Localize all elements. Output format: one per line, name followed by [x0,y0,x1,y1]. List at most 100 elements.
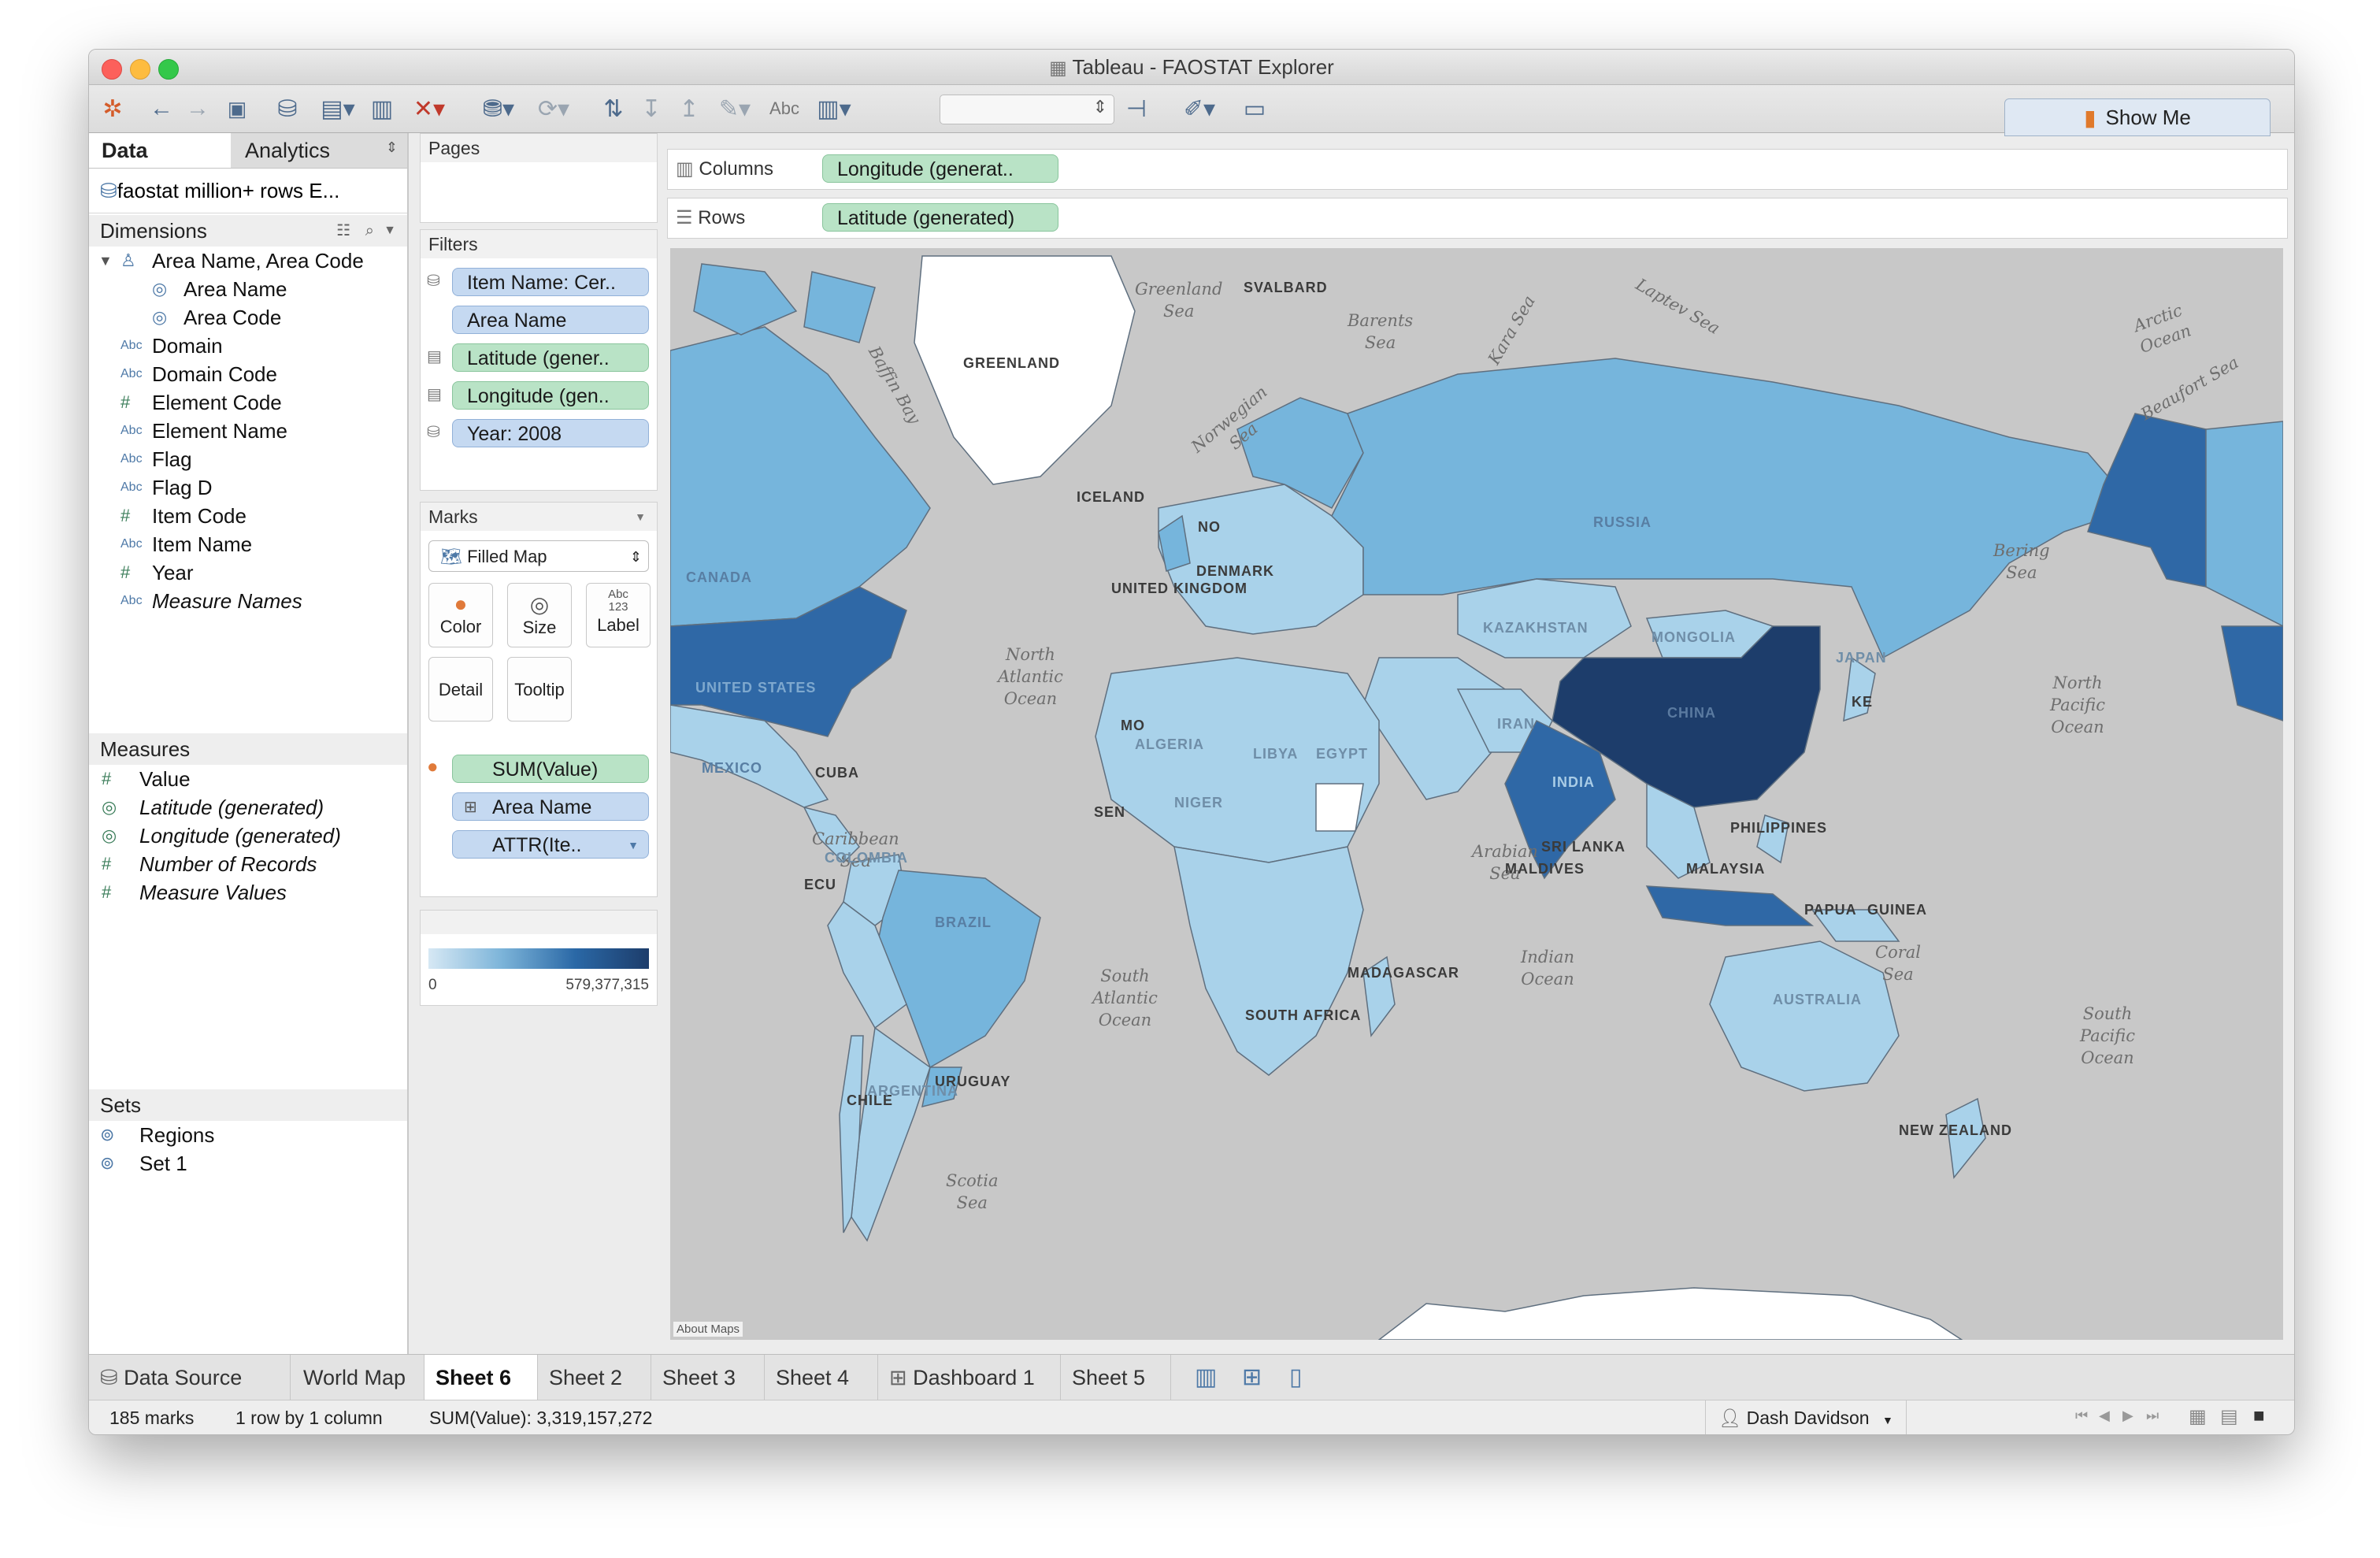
mark-field-pill[interactable]: SUM(Value) [452,755,649,783]
tab-sheet-4[interactable]: Sheet 4 [765,1355,878,1400]
country-usa-west[interactable] [2221,625,2283,722]
marks-dropdown-icon[interactable]: ▼ [635,503,646,531]
sort-ascending-icon[interactable]: ↧ [636,95,667,123]
filter-pill[interactable]: Latitude (gener.. [452,343,649,372]
dimension-field[interactable]: Abc Element Name [89,417,407,445]
tab-world-map[interactable]: World Map [292,1355,424,1400]
pane-menu-icon[interactable]: ⇕ [386,139,398,156]
filled-map[interactable]: Greenland Sea Barents Sea Kara Sea Lapte… [670,248,2283,1340]
run-update-icon[interactable]: ⛃▾ [475,95,522,123]
highlight-icon[interactable]: ✎▾ [711,95,758,123]
dimension-field[interactable]: Abc Item Name [89,530,407,558]
size-button[interactable]: ◎ Size [507,583,572,647]
dimension-field[interactable]: # Element Code [89,388,407,417]
plus-box-icon[interactable]: ⊞ [464,793,477,820]
dimension-field[interactable]: Abc Domain [89,332,407,360]
tab-sheet-6[interactable]: Sheet 6 [424,1355,538,1400]
mark-field-pill[interactable]: ⊞ Area Name [452,792,649,821]
dimension-field[interactable]: Abc Flag [89,445,407,473]
datasource-item[interactable]: ⛁faostat million+ rows E... [89,169,407,213]
country-sudan-unfiltered[interactable] [1315,783,1364,832]
country-japan[interactable] [1843,656,1876,722]
country-brazil[interactable] [874,870,1041,1069]
tooltip-button[interactable]: Tooltip [507,657,572,722]
dimension-field[interactable]: ◎ Area Name [89,275,407,303]
measure-field[interactable]: ◎ Longitude (generated) [89,822,404,850]
new-dashboard-icon[interactable]: ⊞ [1231,1355,1275,1400]
country-indonesia[interactable] [1645,885,1815,926]
expand-triangle-icon[interactable]: ▼ [98,247,113,275]
measure-field[interactable]: # Number of Records [89,850,404,878]
measure-field[interactable]: # Measure Values [89,878,404,907]
swap-icon[interactable]: ⇅ [598,95,629,123]
fit-select[interactable]: ⇕ [940,95,1114,124]
tab-data[interactable]: Data [89,133,231,168]
user-menu[interactable]: 👤︎ Dash Davidson ▼ [1705,1400,1907,1434]
tab-data-source[interactable]: ⛁ Data Source [89,1355,291,1400]
set-field[interactable]: ⊚ Set 1 [89,1149,404,1178]
measure-field[interactable]: # Value [89,765,404,793]
search-icon[interactable]: ⌕ [365,215,374,247]
dimension-field[interactable]: # Item Code [89,502,407,530]
columns-shelf[interactable]: ▥ Columns Longitude (generat.. [667,149,2288,190]
filter-pill[interactable]: Year: 2008 [452,419,649,447]
dimension-field[interactable]: # Year [89,558,407,587]
color-button[interactable]: ● Color [428,583,493,647]
show-me-button[interactable]: ▮ Show Me [2004,98,2271,136]
tab-sheet-3[interactable]: Sheet 3 [651,1355,765,1400]
clear-sheet-icon[interactable]: ✕▾ [406,95,453,123]
country-australia[interactable] [1709,940,1900,1092]
about-maps-link[interactable]: About Maps [673,1322,743,1337]
tab-analytics[interactable]: Analytics [232,133,343,168]
sort-descending-icon[interactable]: ↥ [673,95,705,123]
country-canada-north[interactable] [693,263,876,343]
columns-pill[interactable]: Longitude (generat.. [822,154,1058,183]
show-sheets-grid-icon[interactable]: ▦ [2189,1405,2207,1428]
country-argentina[interactable] [851,1026,931,1242]
annotate-icon[interactable]: ✐▾ [1176,95,1223,123]
last-page-icon[interactable]: ⏭ [2146,1408,2159,1424]
detail-button[interactable]: Detail [428,657,493,722]
new-datasource-icon[interactable]: ⛁ [272,95,303,123]
filter-pill[interactable]: Area Name [452,306,649,334]
dropdown-icon[interactable]: ▼ [384,215,396,247]
refresh-icon[interactable]: ⟳▾ [530,95,577,123]
dimension-field[interactable]: Abc Flag D [89,473,407,502]
dimension-field[interactable]: Abc Measure Names [89,587,407,615]
fix-axes-icon[interactable]: ⊣ [1121,95,1152,123]
country-kazakhstan[interactable] [1457,578,1632,658]
forward-icon[interactable]: → [182,95,213,123]
new-story-icon[interactable]: ▯ [1278,1355,1322,1400]
new-sheet-icon[interactable]: ▤▾ [317,95,358,123]
tableau-logo-icon[interactable]: ✲ [98,95,127,123]
dimension-field[interactable]: Abc Domain Code [89,360,407,388]
new-worksheet-icon[interactable]: ▥ [1184,1355,1228,1400]
dimension-field[interactable]: ◎ Area Code [89,303,407,332]
label-button[interactable]: Abc 123 Label [586,583,651,647]
tabs-view-icon[interactable]: ■ [2253,1405,2265,1427]
presentation-icon[interactable]: ▭ [1239,95,1270,123]
tab-sheet-2[interactable]: Sheet 2 [538,1355,651,1400]
mark-field-pill[interactable]: ATTR(Ite.. ▼ [452,830,649,859]
filter-pill[interactable]: Longitude (gen.. [452,381,649,410]
next-page-icon[interactable]: ▶ [2122,1408,2133,1424]
set-field[interactable]: ⊚ Regions [89,1121,404,1149]
labels-icon[interactable]: Abc [765,95,804,123]
tab-sheet-5[interactable]: Sheet 5 [1061,1355,1171,1400]
country-alaska[interactable] [2087,413,2207,588]
duplicate-sheet-icon[interactable]: ▥ [365,95,399,123]
prev-page-icon[interactable]: ◀ [2099,1408,2110,1424]
rows-shelf[interactable]: ☰ Rows Latitude (generated) [667,198,2288,239]
filter-pill[interactable]: Item Name: Cer.. [452,268,649,296]
filmstrip-icon[interactable]: ▤ [2220,1405,2238,1428]
measure-field[interactable]: ◎ Latitude (generated) [89,793,404,822]
save-icon[interactable]: ▣ [221,95,253,123]
back-icon[interactable]: ← [146,95,177,123]
rows-pill[interactable]: Latitude (generated) [822,203,1058,232]
country-canada-west[interactable] [2205,421,2283,627]
fit-icon[interactable]: ▥▾ [810,95,858,123]
dimension-field[interactable]: ▼ ♙ Area Name, Area Code [89,247,407,275]
view-list-icon[interactable]: ☷ [336,215,350,247]
chevron-down-icon[interactable]: ▼ [628,831,639,858]
country-africa-south[interactable] [1173,846,1364,1076]
